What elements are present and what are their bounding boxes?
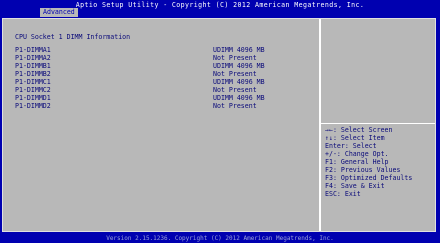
dimm-slot-label: P1-DIMMC2: [15, 86, 51, 94]
panel-divider-vertical: [319, 19, 321, 231]
dimm-slot-label: P1-DIMMC1: [15, 78, 51, 86]
dimm-slot-label: P1-DIMMB2: [15, 70, 51, 78]
section-title: CPU Socket 1 DIMM Information: [15, 33, 131, 41]
title-bar: Aptio Setup Utility - Copyright (C) 2012…: [0, 0, 440, 18]
dimm-slot-label: P1-DIMMA1: [15, 46, 51, 54]
help-select-item: ↑↓: Select Item: [325, 134, 385, 142]
dimm-slot-value: Not Present: [213, 102, 257, 110]
dimm-slot-label: P1-DIMMD1: [15, 94, 51, 102]
dimm-slot-value: UDIMM 4096 MB: [213, 78, 265, 86]
help-select-screen: →←: Select Screen: [325, 126, 393, 134]
panel-divider-horizontal: [321, 123, 435, 124]
help-change-opt: +/-: Change Opt.: [325, 150, 389, 158]
version-footer: Version 2.15.1236. Copyright (C) 2012 Am…: [106, 235, 334, 242]
dimm-slot-value: Not Present: [213, 86, 257, 94]
dimm-slot-value: UDIMM 4096 MB: [213, 94, 265, 102]
key-help-panel: →←: Select Screen ↑↓: Select Item Enter:…: [325, 126, 435, 198]
help-enter-select: Enter: Select: [325, 142, 377, 150]
help-esc-exit: ESC: Exit: [325, 190, 361, 198]
dimm-slot-label: P1-DIMMD2: [15, 102, 51, 110]
tab-advanced[interactable]: Advanced: [40, 8, 78, 17]
dimm-slot-label: P1-DIMMA2: [15, 54, 51, 62]
main-panel: CPU Socket 1 DIMM Information P1-DIMMA1 …: [2, 18, 436, 232]
dimm-slot-value: Not Present: [213, 70, 257, 78]
help-previous-values: F2: Previous Values: [325, 166, 401, 174]
help-optimized-defaults: F3: Optimized Defaults: [325, 174, 413, 182]
dimm-slot-value: UDIMM 4096 MB: [213, 46, 265, 54]
dimm-slot-label: P1-DIMMB1: [15, 62, 51, 70]
dimm-slot-value: Not Present: [213, 54, 257, 62]
help-save-exit: F4: Save & Exit: [325, 182, 385, 190]
help-general-help: F1: General Help: [325, 158, 389, 166]
dimm-slot-value: UDIMM 4096 MB: [213, 62, 265, 70]
